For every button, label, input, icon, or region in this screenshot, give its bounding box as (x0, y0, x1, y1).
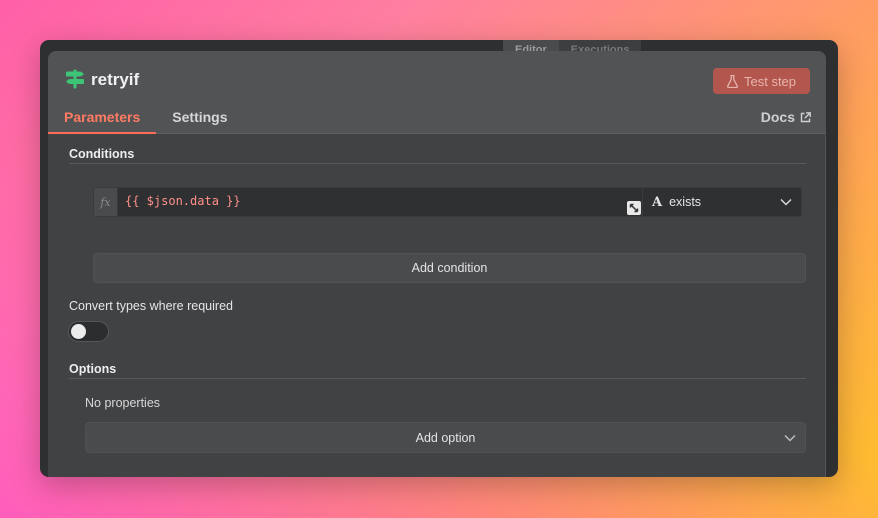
conditions-title: Conditions (69, 147, 135, 161)
scroll-edge (825, 135, 826, 477)
panel-header: retryif Test step Parameters Settings Do… (48, 51, 826, 134)
tab-parameters[interactable]: Parameters (48, 108, 157, 134)
fx-icon: fx (93, 187, 117, 217)
node-title[interactable]: retryif (91, 70, 139, 90)
add-option-label: Add option (415, 430, 476, 445)
chevron-down-icon (784, 434, 796, 442)
string-type-icon: A (652, 194, 663, 210)
operator-label: exists (669, 195, 702, 209)
parameters-content[interactable]: Conditions fx {{ $json.data }} A exists (48, 135, 826, 477)
signpost-icon (66, 69, 84, 89)
add-option-dropdown[interactable]: Add option (85, 422, 806, 453)
node-details-window: Editor Executions retryif Test step Para… (40, 40, 838, 477)
expression-value: {{ $json.data }} (125, 194, 241, 208)
condition-operator-select[interactable]: A exists (643, 187, 802, 217)
add-condition-button[interactable]: Add condition (93, 253, 806, 283)
convert-types-toggle[interactable] (68, 321, 109, 342)
node-panel: retryif Test step Parameters Settings Do… (48, 51, 826, 477)
options-title: Options (69, 362, 117, 376)
condition-expression-input[interactable]: {{ $json.data }} (117, 187, 643, 217)
expand-editor-icon[interactable] (627, 201, 641, 215)
panel-tabs: Parameters Settings (48, 108, 244, 134)
flask-icon (727, 74, 738, 88)
tab-settings[interactable]: Settings (156, 108, 243, 134)
external-link-icon (800, 111, 811, 122)
toggle-knob (71, 324, 86, 339)
conditions-divider (69, 163, 806, 164)
docs-label: Docs (760, 109, 795, 125)
test-step-button[interactable]: Test step (713, 68, 810, 94)
chevron-down-icon (780, 198, 792, 206)
options-divider (69, 378, 806, 379)
expand-arrow-icon (629, 203, 639, 213)
no-properties-text: No properties (85, 396, 161, 410)
convert-types-label: Convert types where required (69, 299, 233, 313)
test-step-label: Test step (743, 73, 797, 89)
add-condition-label: Add condition (411, 261, 488, 275)
condition-row: fx {{ $json.data }} A exists (93, 187, 802, 217)
docs-link[interactable]: Docs (761, 109, 811, 125)
